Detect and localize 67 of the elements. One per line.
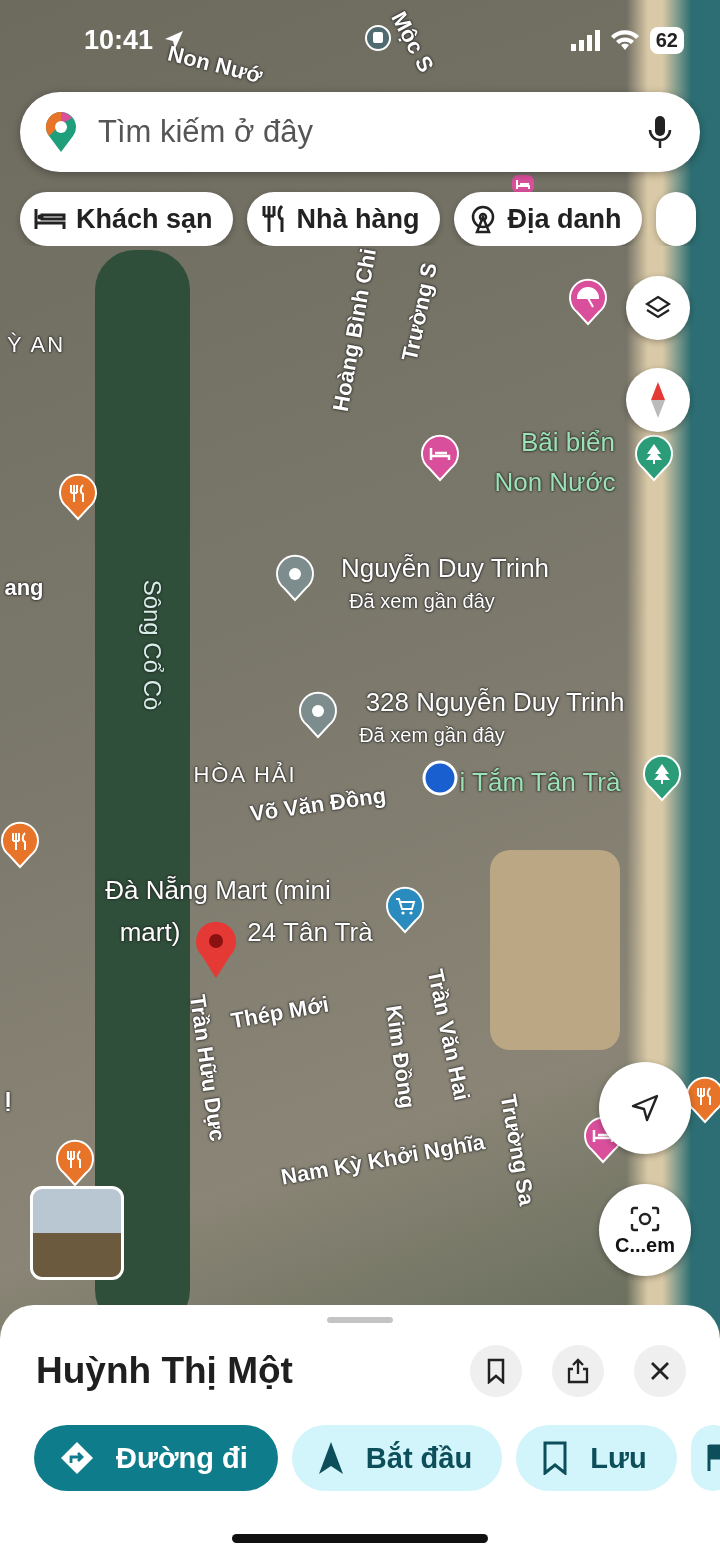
- street-label: Trần Văn Hai: [422, 967, 474, 1103]
- close-icon: [650, 1361, 670, 1381]
- tree-pin-icon[interactable]: [634, 434, 674, 482]
- place-label: Đà Nẵng Mart (mini: [105, 875, 331, 905]
- category-chip[interactable]: Khách sạn: [20, 192, 233, 246]
- fork-knife-icon: [260, 204, 287, 234]
- navigation-arrow-icon: [317, 1441, 344, 1475]
- shopping-cart-pin-icon[interactable]: [385, 886, 425, 934]
- restaurant-pin-icon[interactable]: [0, 821, 40, 869]
- street-label: Non Nướ: [165, 41, 265, 89]
- restaurant-pin-icon[interactable]: [55, 1139, 95, 1187]
- tree-pin-icon[interactable]: [642, 754, 682, 802]
- search-input[interactable]: Tìm kiếm ở đây: [96, 113, 630, 151]
- street-label: Kim Đồng: [380, 1003, 420, 1111]
- place-pin-icon[interactable]: [275, 554, 315, 602]
- category-chip[interactable]: Địa danh: [453, 192, 642, 246]
- start-button[interactable]: Bắt đầu: [291, 1425, 503, 1491]
- landmark-label: Non Nước: [494, 467, 616, 497]
- sheet-drag-handle[interactable]: [327, 1317, 393, 1323]
- street-label: Hoàng Bình Chi: [328, 246, 382, 414]
- bed-icon: [34, 207, 66, 231]
- place-pin-icon[interactable]: [298, 691, 338, 739]
- signal-icon: [569, 29, 600, 51]
- recent-caption: Đã xem gần đây: [349, 590, 495, 612]
- landmark-label: i Tắm Tân Trà: [459, 767, 621, 797]
- place-label: 328 Nguyễn Duy Trinh: [365, 687, 625, 717]
- wifi-icon: [609, 29, 640, 51]
- restaurant-pin-icon[interactable]: [685, 1076, 720, 1124]
- street-label: Mộc S: [386, 7, 438, 77]
- current-location-dot-icon: [422, 760, 458, 796]
- share-icon: [567, 1358, 589, 1384]
- place-title: Huỳnh Thị Một: [36, 1350, 294, 1392]
- area-label: Ỳ AN: [6, 332, 66, 358]
- bookmark-icon: [542, 1441, 569, 1475]
- street-label: Trần Hữu Dực: [184, 993, 230, 1143]
- restaurant-pin-icon[interactable]: [58, 473, 98, 521]
- street-label: Trường Sa: [495, 1092, 539, 1208]
- bookmark-button[interactable]: [470, 1345, 522, 1397]
- maps-pin-logo-icon: [44, 110, 78, 154]
- street-label: Trường S: [397, 260, 443, 364]
- street-label: Nam Kỳ Khởi Nghĩa: [279, 1130, 487, 1190]
- place-label: Nguyễn Duy Trinh: [340, 553, 550, 583]
- save-button[interactable]: Lưu: [516, 1425, 677, 1491]
- microphone-icon[interactable]: [648, 114, 672, 150]
- hotel-pin-icon[interactable]: [512, 175, 534, 193]
- street-label: ang: [4, 575, 44, 601]
- river-label: Sông Cổ Cò: [138, 579, 166, 711]
- place-label: mart): [119, 917, 181, 947]
- share-button[interactable]: [552, 1345, 604, 1397]
- beach-umbrella-pin-icon[interactable]: [568, 278, 608, 326]
- directions-button[interactable]: Đường đi: [34, 1425, 278, 1491]
- bookmark-icon: [486, 1358, 506, 1384]
- close-button[interactable]: [634, 1345, 686, 1397]
- street-label: Ị: [4, 1087, 12, 1113]
- street-view-thumbnail[interactable]: [30, 1186, 124, 1280]
- hotel-pin-icon[interactable]: [420, 434, 460, 482]
- directions-icon: [60, 1441, 94, 1475]
- flag-icon: [706, 1443, 720, 1473]
- compass-icon: [648, 380, 668, 420]
- place-label: 24 Tân Trà: [247, 917, 373, 947]
- status-time: 10:41: [84, 24, 154, 56]
- category-chip[interactable]: Nhà hàng: [246, 192, 440, 246]
- my-location-icon: [629, 1092, 661, 1124]
- search-field[interactable]: Tìm kiếm ở đây: [20, 92, 700, 172]
- recent-caption: Đã xem gần đây: [359, 724, 505, 746]
- street-label: Thép Mới: [229, 992, 331, 1034]
- landmark-label: Bãi biển: [521, 427, 615, 457]
